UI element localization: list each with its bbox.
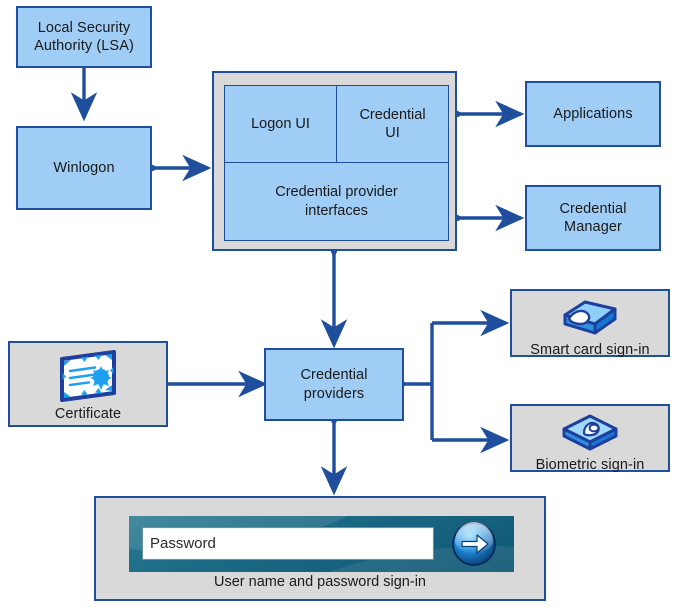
submit-arrow-icon[interactable] <box>451 521 497 567</box>
node-label-applications: Applications <box>553 105 633 122</box>
node-logon-ui[interactable]: Logon UI <box>225 86 337 162</box>
node-credential-providers[interactable]: Credential providers <box>264 348 404 421</box>
biometric-icon <box>559 412 621 454</box>
node-winlogon[interactable]: Winlogon <box>16 126 152 210</box>
node-credential-manager[interactable]: Credential Manager <box>525 185 661 251</box>
credential-provider-architecture-diagram: Local Security Authority (LSA) Winlogon … <box>0 0 675 607</box>
node-label-biometric: Biometric sign-in <box>535 457 645 473</box>
node-label-lsa: Local Security Authority (LSA) <box>34 19 134 54</box>
node-credential-ui[interactable]: Credential UI <box>337 86 448 162</box>
node-label-credential-provider-interfaces: Credential provider interfaces <box>275 184 398 219</box>
node-local-security-authority[interactable]: Local Security Authority (LSA) <box>16 6 152 68</box>
node-label-password-sign-in: User name and password sign-in <box>214 574 426 590</box>
node-label-credential-ui: Credential UI <box>359 106 426 141</box>
node-label-logon-ui: Logon UI <box>251 116 310 132</box>
credential-provider-top-row: Logon UI Credential UI <box>225 86 448 163</box>
node-applications[interactable]: Applications <box>525 81 661 147</box>
node-smart-card-sign-in[interactable]: Smart card sign-in <box>510 289 670 358</box>
node-label-winlogon: Winlogon <box>53 159 115 176</box>
node-certificate[interactable]: Certificate <box>8 341 168 427</box>
credential-provider-inner-panel: Logon UI Credential UI Credential provid… <box>224 85 449 241</box>
node-password-sign-in[interactable]: Password User name and password sign-in <box>94 496 546 601</box>
node-label-credential-manager: Credential Manager <box>559 200 627 235</box>
password-input[interactable]: Password <box>142 527 434 560</box>
node-biometric-sign-in[interactable]: Biometric sign-in <box>510 404 670 473</box>
smart-card-icon <box>559 297 621 339</box>
password-sign-in-strip: Password <box>129 516 514 572</box>
node-label-smart-card: Smart card sign-in <box>530 342 650 358</box>
node-credential-provider-interfaces[interactable]: Credential provider interfaces <box>225 163 448 240</box>
node-label-credential-providers: Credential providers <box>300 367 368 402</box>
node-credential-provider-container[interactable]: Logon UI Credential UI Credential provid… <box>212 71 457 251</box>
certificate-icon <box>51 349 125 403</box>
node-label-certificate: Certificate <box>54 406 122 422</box>
